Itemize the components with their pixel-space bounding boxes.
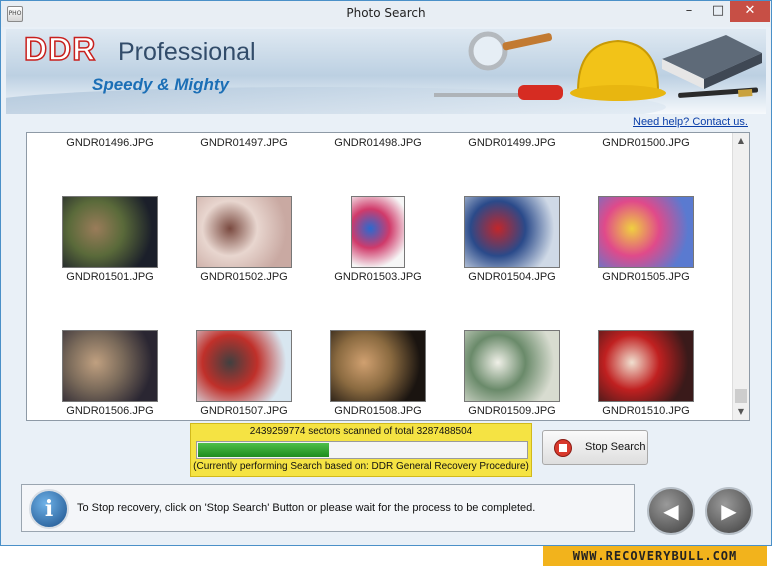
tools-illustration — [434, 31, 762, 101]
brand-logo: DDR — [23, 30, 97, 68]
photo-item[interactable]: GNDR01509.JPG — [445, 330, 579, 417]
screwdriver-icon — [434, 85, 563, 100]
title-bar: PHO Photo Search – □ ✕ — [1, 1, 771, 27]
photo-item[interactable]: GNDR01501.JPG — [43, 196, 177, 283]
photo-item[interactable]: GNDR01499.JPG — [445, 137, 579, 149]
stop-icon — [554, 439, 572, 457]
photo-filename: GNDR01507.JPG — [200, 405, 288, 417]
scroll-down-arrow-icon[interactable]: ▼ — [733, 404, 749, 420]
photo-item[interactable]: GNDR01496.JPG — [43, 137, 177, 149]
procedure-text: (Currently performing Search based on: D… — [193, 461, 529, 472]
photo-filename: GNDR01499.JPG — [468, 137, 556, 149]
scroll-up-arrow-icon[interactable]: ▲ — [733, 133, 749, 149]
photo-item[interactable]: GNDR01510.JPG — [579, 330, 713, 417]
hard-hat-icon — [570, 39, 666, 101]
help-contact-link[interactable]: Need help? Contact us. — [633, 116, 748, 128]
photo-thumbnail[interactable] — [196, 196, 292, 268]
photo-filename: GNDR01496.JPG — [66, 137, 154, 149]
photo-thumbnail[interactable] — [196, 330, 292, 402]
photo-item[interactable]: GNDR01507.JPG — [177, 330, 311, 417]
photo-thumbnail[interactable] — [464, 196, 560, 268]
window-title: Photo Search — [346, 6, 426, 20]
photo-item[interactable]: GNDR01497.JPG — [177, 137, 311, 149]
progress-bar-fill — [198, 443, 329, 457]
photo-filename: GNDR01497.JPG — [200, 137, 288, 149]
next-arrow-icon: ▶ — [721, 499, 737, 523]
photo-item[interactable]: GNDR01508.JPG — [311, 330, 445, 417]
photo-thumbnail[interactable] — [62, 330, 158, 402]
header-banner: DDR Professional Speedy & Mighty — [6, 29, 766, 114]
progress-bar — [196, 441, 528, 459]
scan-progress-panel: 2439259774 sectors scanned of total 3287… — [190, 423, 532, 477]
photo-filename: GNDR01498.JPG — [334, 137, 422, 149]
photo-filename: GNDR01510.JPG — [602, 405, 690, 417]
photo-filename: GNDR01504.JPG — [468, 271, 556, 283]
scrollbar-thumb[interactable] — [735, 389, 747, 403]
book-icon — [662, 35, 762, 89]
photo-thumbnail[interactable] — [598, 330, 694, 402]
photo-item[interactable]: GNDR01503.JPG — [311, 196, 445, 283]
next-button[interactable]: ▶ — [705, 487, 753, 535]
photo-thumbnail[interactable] — [598, 196, 694, 268]
photo-filename: GNDR01501.JPG — [66, 271, 154, 283]
status-panel: i To Stop recovery, click on 'Stop Searc… — [21, 484, 635, 532]
photo-thumbnail[interactable] — [351, 196, 405, 268]
photo-thumbnail[interactable] — [464, 330, 560, 402]
photo-gallery[interactable]: GNDR01496.JPG GNDR01497.JPG GNDR01498.JPG G… — [26, 132, 750, 421]
status-message: To Stop recovery, click on 'Stop Search'… — [77, 502, 536, 514]
photo-thumbnail[interactable] — [62, 196, 158, 268]
tagline: Speedy & Mighty — [92, 75, 229, 94]
photo-item[interactable]: GNDR01500.JPG — [579, 137, 713, 149]
photo-filename: GNDR01502.JPG — [200, 271, 288, 283]
photo-item[interactable]: GNDR01505.JPG — [579, 196, 713, 283]
stop-search-label: Stop Search — [585, 441, 646, 453]
photo-item[interactable]: GNDR01498.JPG — [311, 137, 445, 149]
magnifier-icon — [468, 31, 553, 71]
vertical-scrollbar[interactable]: ▲ ▼ — [732, 133, 749, 420]
stop-search-button[interactable]: Stop Search — [542, 430, 648, 465]
photo-search-window: PHO Photo Search – □ ✕ DDR Professional … — [0, 0, 772, 546]
photo-filename: GNDR01506.JPG — [66, 405, 154, 417]
info-icon: i — [29, 489, 69, 529]
photo-item[interactable]: GNDR01502.JPG — [177, 196, 311, 283]
photo-filename: GNDR01503.JPG — [334, 271, 422, 283]
photo-filename: GNDR01505.JPG — [602, 271, 690, 283]
photo-thumbnail[interactable] — [330, 330, 426, 402]
minimize-button[interactable]: – — [676, 1, 702, 22]
product-name: Professional — [118, 38, 256, 66]
close-button[interactable]: ✕ — [730, 1, 770, 22]
maximize-button[interactable]: □ — [705, 1, 731, 22]
photo-filename: GNDR01508.JPG — [334, 405, 422, 417]
photo-filename: GNDR01509.JPG — [468, 405, 556, 417]
photo-item[interactable]: GNDR01506.JPG — [43, 330, 177, 417]
pen-icon — [678, 87, 759, 98]
back-arrow-icon: ◀ — [663, 499, 679, 523]
back-button[interactable]: ◀ — [647, 487, 695, 535]
photo-filename: GNDR01500.JPG — [602, 137, 690, 149]
photo-item[interactable]: GNDR01504.JPG — [445, 196, 579, 283]
sectors-scanned-text: 2439259774 sectors scanned of total 3287… — [249, 426, 473, 437]
website-watermark: WWW.RECOVERYBULL.COM — [543, 546, 767, 566]
